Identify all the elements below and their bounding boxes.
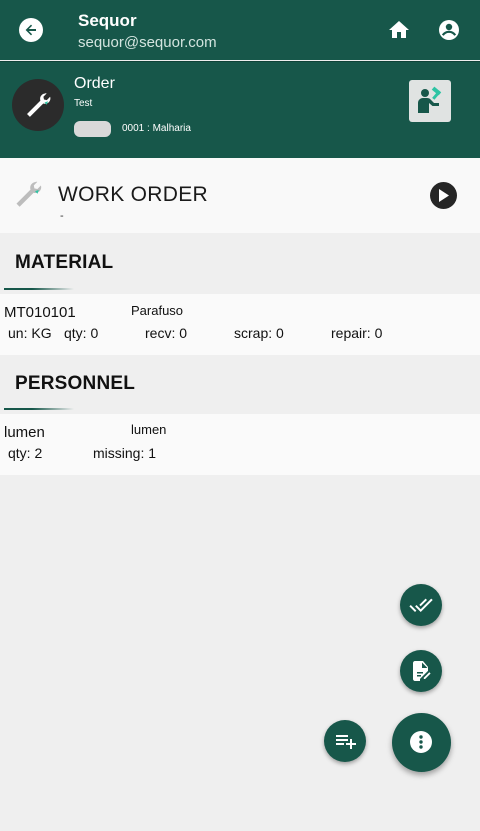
work-order-title: WORK ORDER xyxy=(58,183,208,206)
app-bar: Sequor sequor@sequor.com xyxy=(0,0,480,60)
personnel-missing: missing: 1 xyxy=(93,445,157,461)
back-arrow-icon[interactable] xyxy=(19,18,43,42)
order-code: 0001 : Malharia xyxy=(122,123,191,134)
user-email: sequor@sequor.com xyxy=(78,34,217,51)
more-options-button[interactable] xyxy=(392,713,451,772)
section-divider xyxy=(4,288,74,290)
operator-icon[interactable] xyxy=(409,80,451,122)
material-scrap: scrap: 0 xyxy=(234,325,284,341)
personnel-name: lumen xyxy=(4,424,45,441)
account-icon[interactable] xyxy=(437,18,461,42)
wrench-icon xyxy=(12,79,64,131)
personnel-row[interactable]: lumen lumen qty: 2 missing: 1 xyxy=(0,414,480,475)
personnel-qty: qty: 2 xyxy=(8,445,43,461)
edit-document-icon xyxy=(413,661,431,681)
section-divider xyxy=(4,408,74,410)
material-repair: repair: 0 xyxy=(331,325,383,341)
play-icon[interactable] xyxy=(430,182,457,209)
material-row[interactable]: MT010101 Parafuso un: KG qty: 0 recv: 0 … xyxy=(0,294,480,355)
material-section-title: MATERIAL xyxy=(15,252,114,273)
work-order-subtitle: - xyxy=(60,210,64,222)
material-description: Parafuso xyxy=(131,303,184,318)
order-subtitle: Test xyxy=(74,98,93,109)
done-all-icon xyxy=(409,598,433,612)
order-title: Order xyxy=(74,75,115,92)
material-code: MT010101 xyxy=(4,304,76,321)
work-order-card[interactable]: WORK ORDER - xyxy=(0,158,480,233)
add-item-button[interactable] xyxy=(324,720,366,762)
material-qty: qty: 0 xyxy=(64,325,99,341)
more-vertical-icon xyxy=(410,731,432,753)
app-title: Sequor xyxy=(78,11,137,30)
order-header: Order Test 0001 : Malharia xyxy=(0,61,480,158)
playlist-add-icon xyxy=(336,735,356,749)
edit-document-button[interactable] xyxy=(400,650,442,692)
home-icon[interactable] xyxy=(387,18,411,42)
complete-all-button[interactable] xyxy=(400,584,442,626)
material-unit: un: KG xyxy=(8,325,52,341)
personnel-description: lumen xyxy=(131,422,167,437)
personnel-section-title: PERSONNEL xyxy=(15,373,136,394)
material-recv: recv: 0 xyxy=(145,325,188,341)
status-badge xyxy=(74,121,111,137)
wrench-icon xyxy=(12,178,44,215)
